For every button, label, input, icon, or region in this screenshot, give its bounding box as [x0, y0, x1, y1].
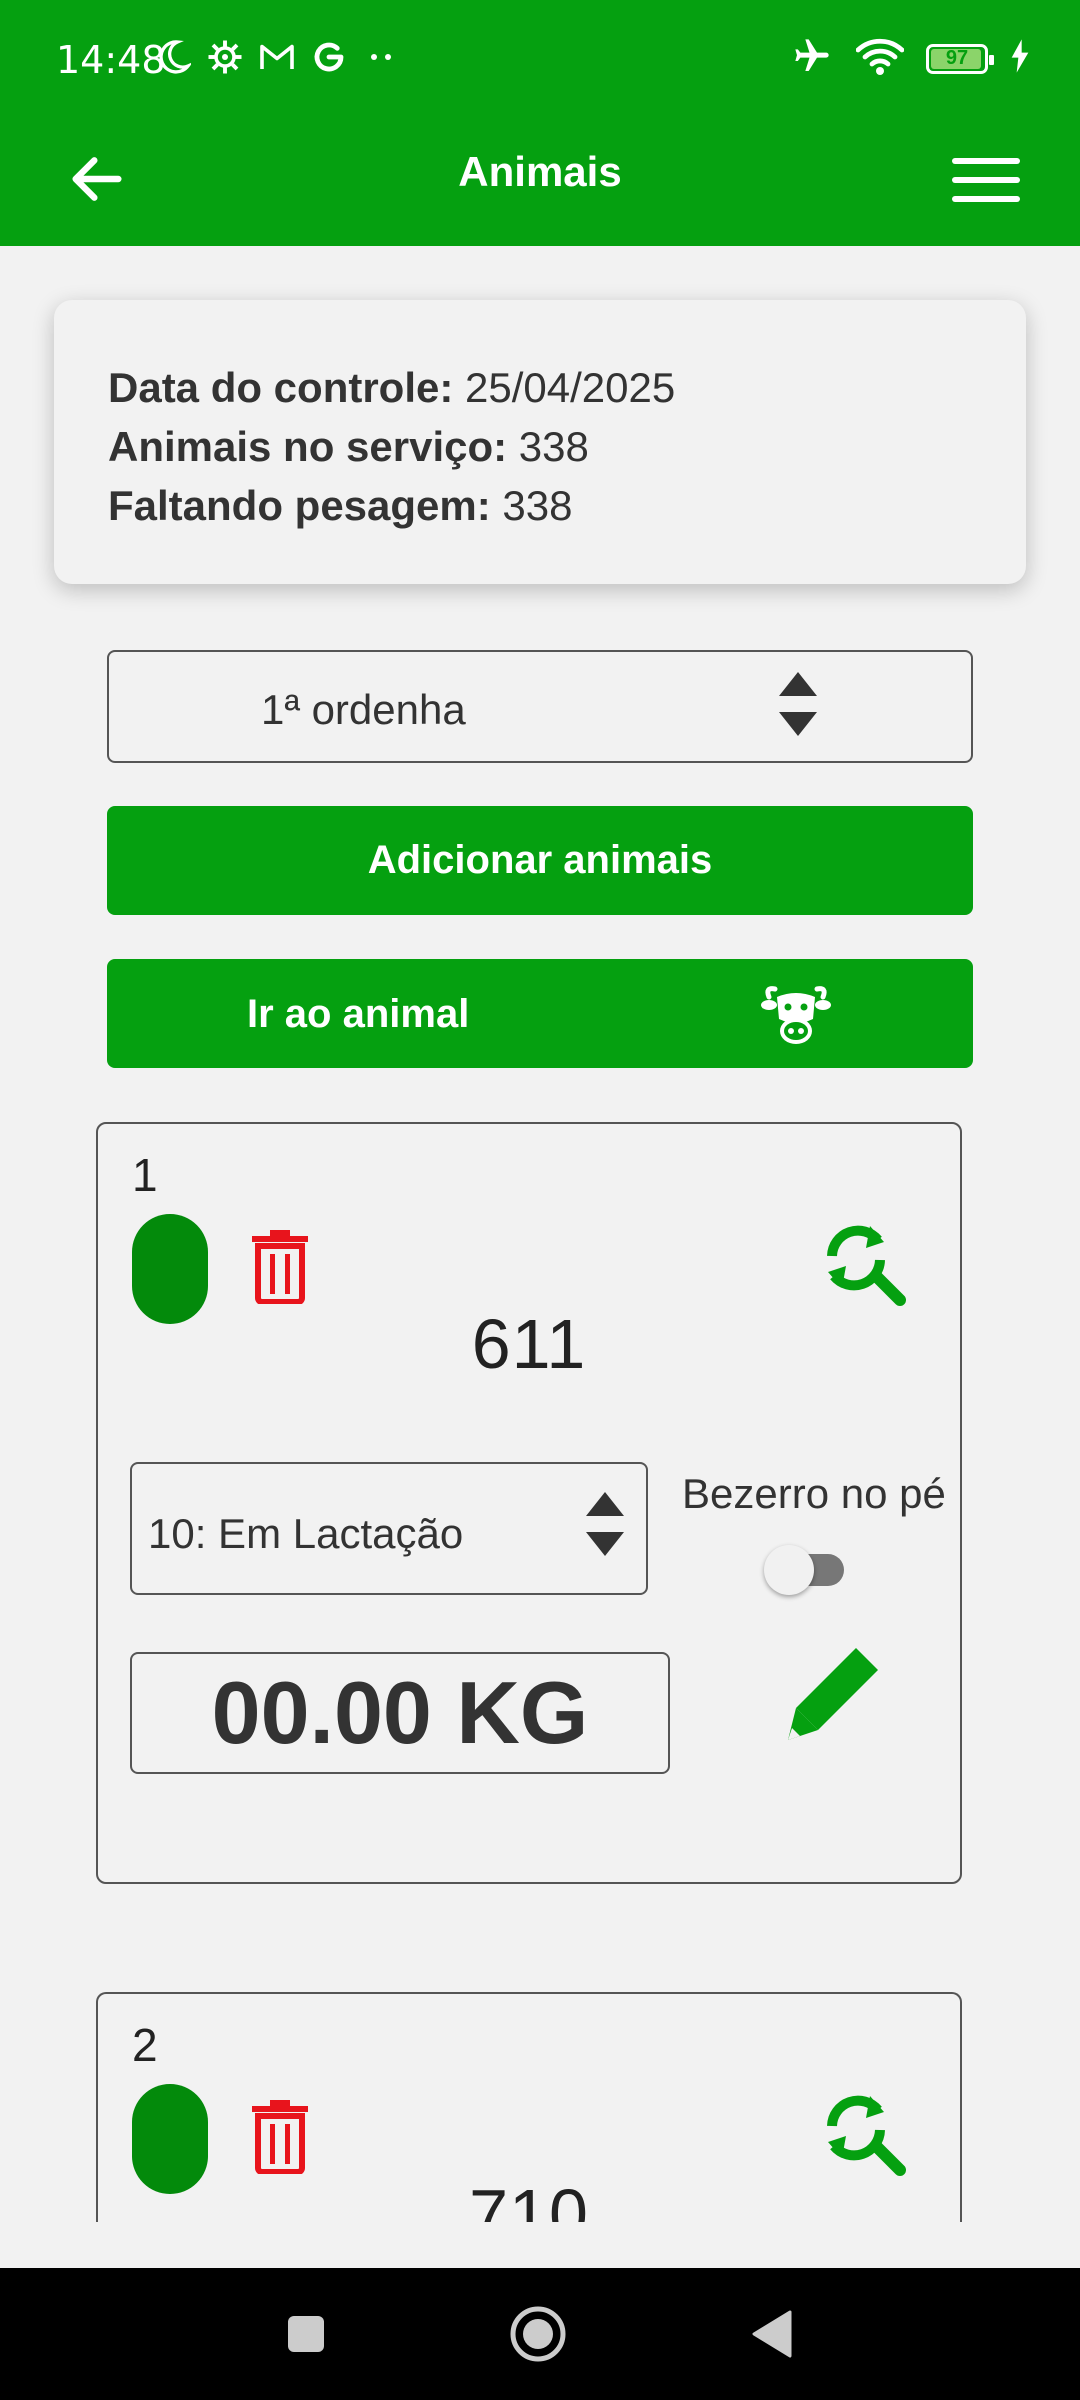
airplane-icon: [790, 36, 834, 81]
missing-weighing-label: Faltando pesagem:: [108, 482, 491, 529]
animal-index: 1: [132, 1149, 158, 1201]
refresh-search-icon[interactable]: [816, 2086, 908, 2178]
calf-toggle[interactable]: [764, 1542, 848, 1595]
animal-status-value: 10: Em Lactação: [148, 1510, 464, 1557]
control-date-row: Data do controle: 25/04/2025: [108, 358, 1026, 417]
gmail-icon: [256, 36, 298, 78]
more-dots-icon: [360, 36, 402, 78]
wifi-icon: [855, 36, 905, 81]
go-to-animal-label: Ir ao animal: [247, 992, 470, 1036]
status-time: 14:48: [56, 38, 166, 82]
missing-weighing-row: Faltando pesagem: 338: [108, 476, 1026, 535]
animal-index: 2: [132, 2019, 158, 2071]
animal-id: 710: [469, 2175, 589, 2222]
animals-in-service-row: Animais no serviço: 338: [108, 417, 1026, 476]
battery-level: 97: [945, 47, 969, 69]
animals-in-service-label: Animais no serviço:: [108, 423, 508, 470]
animal-card: 1 611 10: Em Lactação Bezerro no pé 00.0…: [96, 1122, 962, 1884]
back-triangle-icon[interactable]: [742, 2304, 802, 2364]
milking-select-value: 1ª ordenha: [261, 686, 466, 733]
hamburger-menu-icon[interactable]: [948, 144, 1024, 216]
status-bar: 14:48 97: [0, 0, 1080, 120]
recents-square-icon[interactable]: [276, 2304, 336, 2364]
animals-in-service-value: 338: [518, 423, 589, 470]
milking-select[interactable]: 1ª ordenha: [107, 650, 973, 763]
home-circle-icon[interactable]: [508, 2304, 568, 2364]
settings-icon: [204, 36, 246, 78]
animal-status-select[interactable]: 10: Em Lactação: [130, 1462, 648, 1595]
select-arrows-icon: [779, 672, 817, 736]
charging-icon: [1010, 39, 1030, 78]
google-icon: [308, 36, 350, 78]
animal-card: 2 710: [96, 1992, 962, 2222]
pencil-icon[interactable]: [778, 1640, 888, 1750]
trash-icon[interactable]: [248, 2098, 312, 2175]
refresh-search-icon[interactable]: [816, 1216, 908, 1308]
calf-label: Bezerro no pé: [682, 1470, 946, 1517]
control-date-value: 25/04/2025: [465, 364, 676, 411]
cow-icon: [761, 979, 831, 1049]
app-bar: Animais: [0, 120, 1080, 246]
weight-value: 00.00 KG: [211, 1663, 589, 1762]
weight-display: 00.00 KG: [130, 1652, 670, 1774]
go-to-animal-button[interactable]: Ir ao animal: [107, 959, 973, 1068]
control-summary-card: Data do controle: 25/04/2025 Animais no …: [54, 300, 1026, 584]
select-arrows-icon: [586, 1492, 624, 1556]
missing-weighing-value: 338: [502, 482, 573, 529]
moon-icon: [152, 36, 194, 78]
trash-icon[interactable]: [248, 1228, 312, 1305]
animal-id: 611: [471, 1305, 587, 1383]
page-title: Animais: [458, 148, 622, 195]
add-animals-label: Adicionar animais: [367, 838, 713, 882]
battery-icon: 97: [926, 43, 994, 74]
system-nav-bar: [0, 2268, 1080, 2400]
add-animals-button[interactable]: Adicionar animais: [107, 806, 973, 915]
control-date-label: Data do controle:: [108, 364, 454, 411]
